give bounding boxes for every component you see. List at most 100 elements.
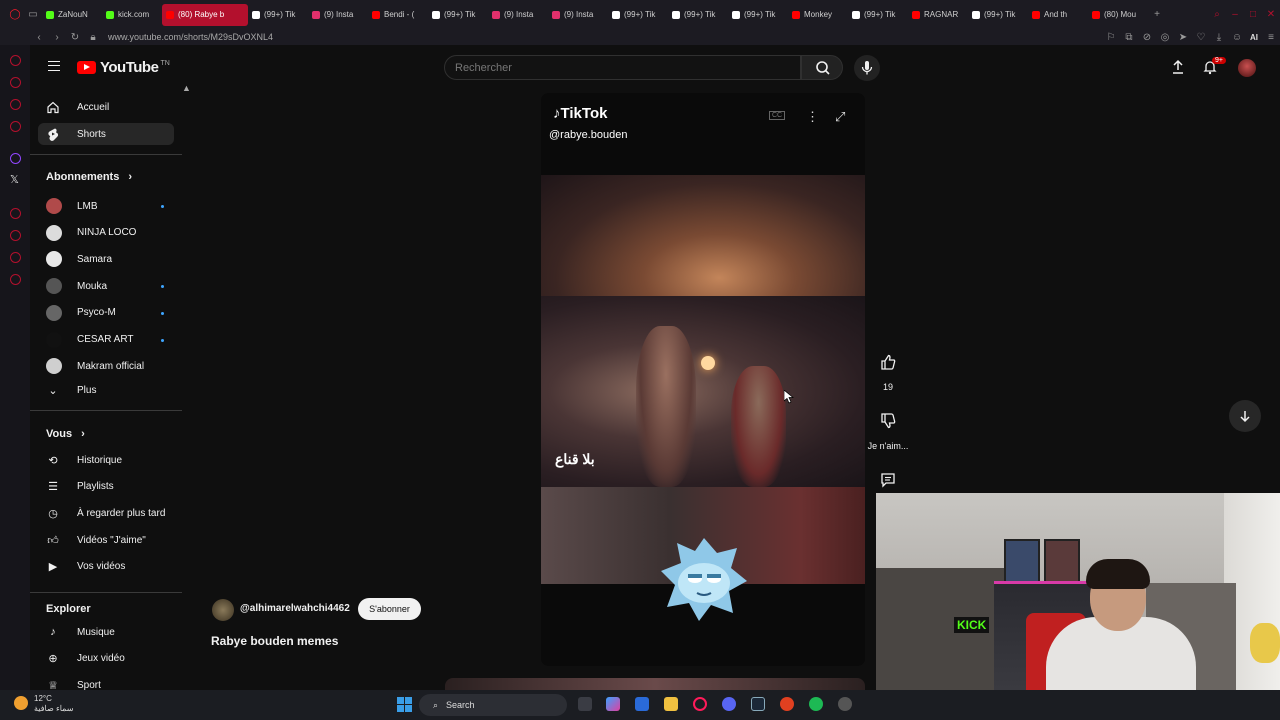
sidebar-item[interactable]: ◷ À regarder plus tard <box>38 502 174 524</box>
shorts-video-player[interactable]: ♪TikTok @rabye.bouden بلا قناع CC ⋮ ⤢ <box>541 93 865 666</box>
search-input[interactable]: Rechercher <box>444 55 801 80</box>
browser-tab-active[interactable]: (80) Rabye b <box>162 3 248 26</box>
channel-handle[interactable]: @alhimarelwahchi4462 <box>240 603 350 614</box>
history-rail-icon[interactable] <box>10 230 21 241</box>
task-view-icon[interactable] <box>578 697 592 711</box>
download-icon[interactable]: ⤓ <box>1210 32 1228 43</box>
forward-icon[interactable]: › <box>48 32 66 43</box>
send-icon[interactable]: ➤ <box>1174 32 1192 43</box>
channel-avatar[interactable] <box>212 599 234 621</box>
browser-tab[interactable]: (99+) Tik <box>848 4 908 26</box>
sidebar-item[interactable]: ▶ Vos vidéos <box>38 556 174 578</box>
browser-tab[interactable]: (99+) Tik <box>428 4 488 26</box>
like-button[interactable] <box>871 345 905 379</box>
steam-icon[interactable] <box>751 697 765 711</box>
bookmark-icon[interactable]: ⚐ <box>1102 32 1120 43</box>
taskbar-search[interactable]: ⌕ Search <box>419 694 567 716</box>
browser-tab[interactable]: (80) Mou <box>1088 4 1148 26</box>
subscription-item[interactable]: NINJA LOCO <box>38 222 174 244</box>
vk-icon[interactable] <box>10 121 21 132</box>
menu-icon[interactable] <box>48 61 60 71</box>
back-icon[interactable]: ‹ <box>30 32 48 43</box>
browser-tab[interactable]: (99+) Tik <box>668 4 728 26</box>
browser-menu-icon[interactable]: ≡ <box>1262 32 1280 43</box>
captions-icon[interactable]: CC <box>769 111 786 120</box>
pinboard-icon[interactable] <box>10 252 21 263</box>
search-tabs-icon[interactable]: ⌕ <box>1208 9 1226 20</box>
subscription-item[interactable]: Mouka <box>38 275 174 297</box>
browser-tab[interactable]: (99+) Tik <box>728 4 788 26</box>
upload-icon[interactable] <box>1170 59 1186 75</box>
browser-tab[interactable]: (99+) Tik <box>608 4 668 26</box>
instagram-icon[interactable] <box>10 99 21 110</box>
maximize-icon[interactable]: □ <box>1244 9 1262 20</box>
start-button[interactable] <box>397 697 412 712</box>
browser-tab[interactable]: Bendi - ( <box>368 4 428 26</box>
browser-tab[interactable]: kick.com <box>102 4 162 26</box>
subscriptions-heading[interactable]: Abonnements › <box>46 171 132 183</box>
more-options-icon[interactable]: ⋮ <box>806 109 819 125</box>
sidebar-item-home[interactable]: Accueil <box>38 96 174 118</box>
settings-rail-icon[interactable] <box>10 274 21 285</box>
camera-icon[interactable]: ◎ <box>1156 32 1174 43</box>
youtube-logo[interactable]: YouTube TN <box>77 59 170 76</box>
sidebar-item[interactable]: ♪ Musique <box>38 621 174 643</box>
account-avatar[interactable] <box>1238 59 1256 77</box>
next-video-button[interactable] <box>1229 400 1261 432</box>
dislike-button[interactable] <box>871 404 905 438</box>
settings-icon[interactable] <box>838 697 852 711</box>
reload-icon[interactable]: ↻ <box>66 32 84 43</box>
url-field[interactable]: www.youtube.com/shorts/M29sDvOXNL4 <box>108 32 273 42</box>
opera-gx-icon[interactable] <box>693 697 707 711</box>
browser-tab[interactable]: (9) Insta <box>548 4 608 26</box>
sidebar-item[interactable]: ☰ Playlists <box>38 476 174 498</box>
comments-button[interactable] <box>871 463 905 497</box>
weather-icon[interactable] <box>14 696 28 710</box>
sidebar-item[interactable]: ⊕ Jeux vidéo <box>38 648 174 670</box>
ai-button[interactable]: AI <box>1250 33 1258 42</box>
subscribe-button[interactable]: S'abonner <box>358 598 421 620</box>
profile-icon[interactable]: ☺ <box>1228 32 1246 43</box>
store-icon[interactable] <box>635 697 649 711</box>
minimize-icon[interactable]: – <box>1226 9 1244 20</box>
opera-menu-icon[interactable]: ◯ <box>6 9 24 20</box>
search-button[interactable] <box>801 55 843 80</box>
browser-tab[interactable]: (99+) Tik <box>248 4 308 26</box>
close-window-icon[interactable]: ✕ <box>1262 9 1280 20</box>
browser-tab[interactable]: (9) Insta <box>308 4 368 26</box>
voice-search-button[interactable] <box>854 55 880 81</box>
browser-tab[interactable]: RAGNAR <box>908 4 968 26</box>
subscription-item[interactable]: Psyco-M <box>38 302 174 324</box>
sidebar-item[interactable]: ⟲ Historique <box>38 449 174 471</box>
spotify-icon[interactable] <box>809 697 823 711</box>
discord-icon[interactable] <box>722 697 736 711</box>
copilot-icon[interactable] <box>606 697 620 711</box>
snapshot-icon[interactable]: ⧉ <box>1120 32 1138 43</box>
sidebar-item-more[interactable]: ⌄ Plus <box>38 379 174 401</box>
browser-tab[interactable]: (9) Insta <box>488 4 548 26</box>
new-tab-icon[interactable]: + <box>1148 9 1166 20</box>
file-explorer-icon[interactable] <box>664 697 678 711</box>
subscription-item[interactable]: CESAR ART <box>38 329 174 351</box>
subscription-item[interactable]: Makram official <box>38 355 174 377</box>
subscription-item[interactable]: LMB <box>38 195 174 217</box>
heart-icon[interactable]: ♡ <box>1192 32 1210 43</box>
fullscreen-icon[interactable]: ⤢ <box>835 109 845 125</box>
twitch-icon[interactable] <box>10 153 21 164</box>
browser-tab[interactable]: (99+) Tik <box>968 4 1028 26</box>
player-icon[interactable] <box>10 208 21 219</box>
browser-tab[interactable]: Monkey <box>788 4 848 26</box>
adblock-icon[interactable]: ⊘ <box>1138 32 1156 43</box>
sidebar-scroll-up-icon[interactable]: ▲ <box>182 83 191 93</box>
x-icon[interactable]: 𝕏 <box>10 173 19 186</box>
whatsapp-icon[interactable] <box>10 77 21 88</box>
obs-icon[interactable] <box>780 697 794 711</box>
sidebar-item-shorts[interactable]: Shorts <box>38 123 174 145</box>
browser-tab[interactable]: And th <box>1028 4 1088 26</box>
you-heading[interactable]: Vous › <box>46 428 85 440</box>
messenger-icon[interactable] <box>10 55 21 66</box>
sidebar-item[interactable]: 👍︎ Vidéos "J'aime" <box>38 529 174 551</box>
browser-tab[interactable]: ZaNouN <box>42 4 102 26</box>
workspaces-icon[interactable]: ▭ <box>24 9 42 20</box>
subscription-item[interactable]: Samara <box>38 248 174 270</box>
